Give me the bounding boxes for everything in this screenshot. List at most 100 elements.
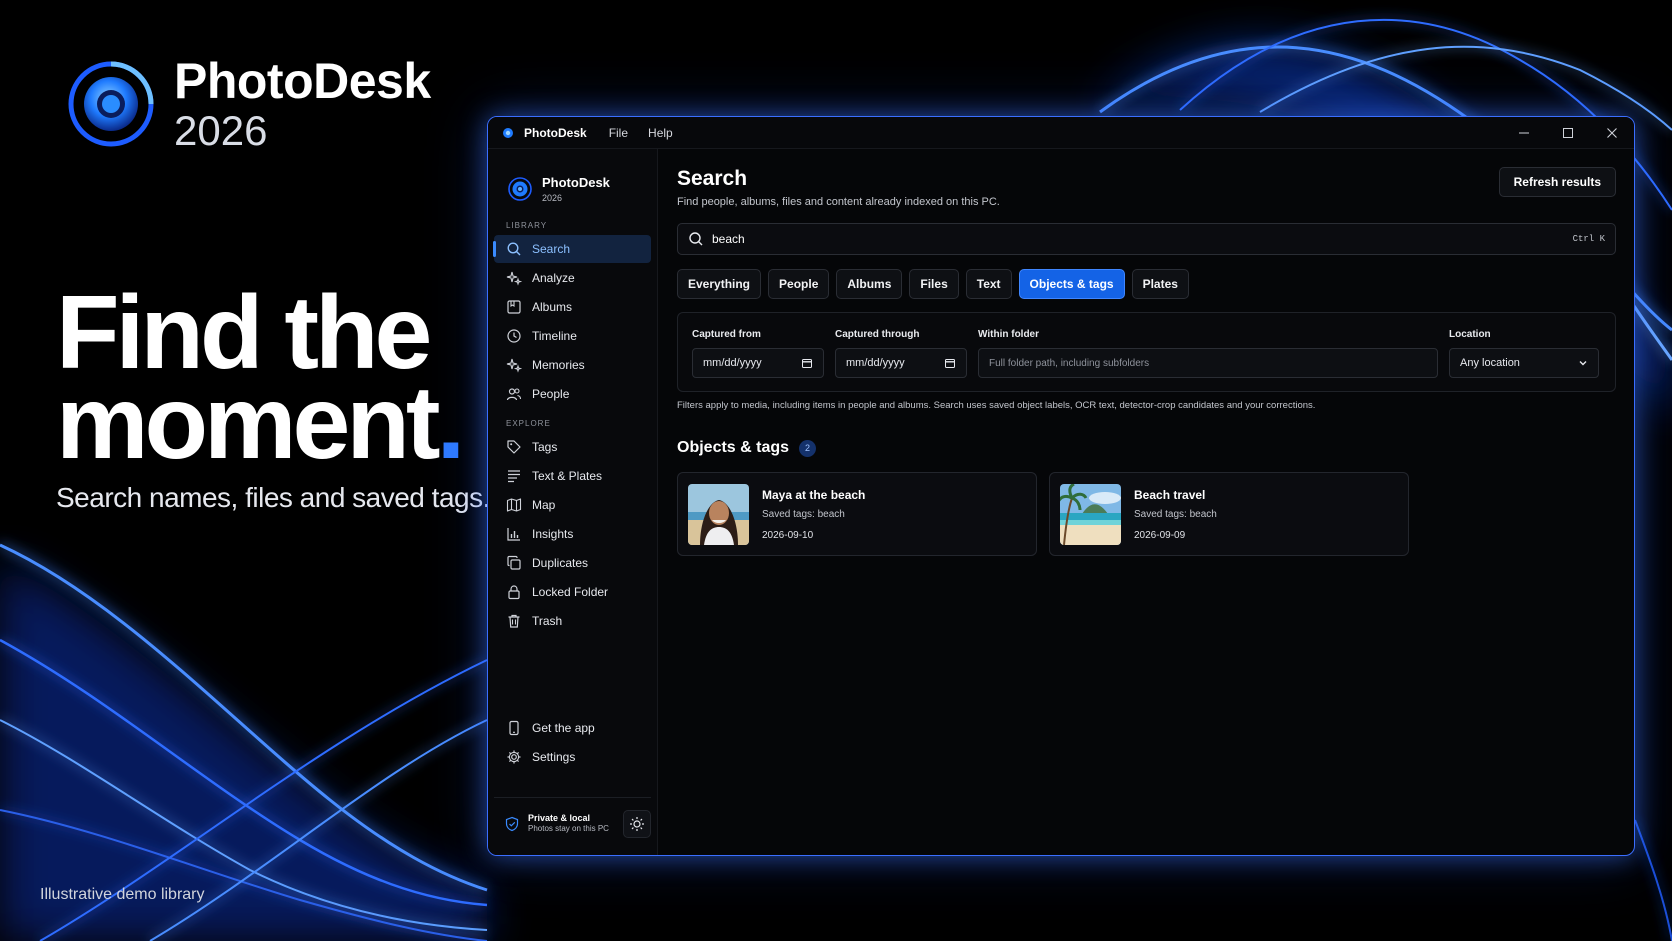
captured-from-placeholder: mm/dd/yyyy [703,357,762,369]
chevron-down-icon [1579,361,1587,366]
sidebar-item-analyze[interactable]: Analyze [494,264,651,292]
tab-everything[interactable]: Everything [677,269,762,299]
search-tabs: Everything People Albums Files Text Obje… [677,269,1616,299]
result-card[interactable]: Beach travel Saved tags: beach 2026-09-0… [1049,472,1409,556]
sun-icon [630,817,644,831]
theme-toggle-button[interactable] [623,810,651,838]
result-date: 2026-09-09 [1134,529,1186,541]
result-tags: Saved tags: beach [1134,508,1217,520]
sidebar-brand: PhotoDesk 2026 [494,149,651,211]
filter-panel: Captured from mm/dd/yyyy Captured throug… [677,312,1616,392]
portrait-photo [688,483,749,545]
results-title: Objects & tags [677,439,790,456]
captured-from-field[interactable]: mm/dd/yyyy [692,348,824,378]
results-header: Objects & tags 2 [677,439,1616,457]
search-bar: Ctrl K [677,223,1616,255]
sidebar-item-label: People [532,387,570,401]
shield-icon [505,816,519,832]
sidebar-item-label: Search [532,242,571,256]
close-icon [1607,127,1617,138]
sidebar-item-locked-folder[interactable]: Locked Folder [494,578,651,606]
sidebar-item-people[interactable]: People [494,380,651,408]
sidebar-item-label: Get the app [532,721,595,735]
sidebar-item-timeline[interactable]: Timeline [494,322,651,350]
page-title: Search [677,167,748,190]
captured-through-label: Captured through [835,329,920,340]
tab-people[interactable]: People [768,269,830,299]
people-icon [506,388,522,401]
duplicate-icon [507,555,521,570]
captured-through-placeholder: mm/dd/yyyy [846,357,905,369]
result-card[interactable]: Maya at the beach Saved tags: beach 2026… [677,472,1037,556]
photodesk-logo-icon [68,61,154,147]
location-label: Location [1449,329,1491,340]
privacy-panel: Private & local Photos stay on this PC [494,797,651,838]
location-select[interactable]: Any location [1449,348,1599,378]
sidebar-brand-name: PhotoDesk [542,175,610,190]
filter-note: Filters apply to media, including items … [677,400,1316,411]
page-subtitle: Find people, albums, files and content a… [677,196,1000,208]
hero-title: Find the moment. [56,281,490,475]
sidebar-item-label: Tags [532,440,558,454]
minimize-button[interactable] [1502,117,1546,149]
sidebar-item-label: Memories [532,358,585,372]
search-icon [689,232,703,246]
tab-files[interactable]: Files [909,269,959,299]
tag-icon [507,440,521,454]
results-count-badge: 2 [799,439,817,457]
clock-icon [507,329,521,343]
search-input[interactable] [712,232,1573,246]
privacy-title: Private & local [528,813,591,823]
sidebar-item-get-app[interactable]: Get the app [494,714,651,742]
privacy-subtitle: Photos stay on this PC [528,824,609,833]
sparkle-icon [506,271,522,286]
menu-help[interactable]: Help [648,126,673,140]
search-icon [507,242,521,256]
refresh-results-button[interactable]: Refresh results [1498,167,1616,197]
maximize-button[interactable] [1546,117,1590,149]
sidebar-item-label: Text & Plates [532,469,603,483]
sidebar-item-tags[interactable]: Tags [494,433,651,461]
result-title: Beach travel [1134,487,1206,502]
captured-through-field[interactable]: mm/dd/yyyy [835,348,967,378]
sidebar-item-duplicates[interactable]: Duplicates [494,549,651,577]
tab-objects-tags[interactable]: Objects & tags [1018,269,1125,299]
brand-name: PhotoDesk [174,53,431,109]
trash-icon [508,614,520,628]
hero-subtitle: Search names, files and saved tags. [56,482,490,513]
sidebar-item-search[interactable]: Search [493,235,651,263]
main-content: Search Find people, albums, files and co… [658,149,1634,855]
sidebar-item-label: Locked Folder [532,585,609,599]
sidebar-item-memories[interactable]: Memories [494,351,651,379]
sidebar-item-albums[interactable]: Albums [494,293,651,321]
sidebar-brand-year: 2026 [542,193,563,203]
sidebar-item-text-plates[interactable]: Text & Plates [494,462,651,490]
sidebar-item-settings[interactable]: Settings [494,743,651,771]
sparkle-icon [506,358,522,373]
sidebar-item-trash[interactable]: Trash [494,607,651,635]
title-bar: PhotoDesk File Help [488,117,1634,149]
footer-note: Illustrative demo library [40,886,205,903]
window-title: PhotoDesk [524,125,587,140]
result-thumbnail [1060,483,1121,545]
sidebar-item-map[interactable]: Map [494,491,651,519]
tab-plates[interactable]: Plates [1131,269,1189,299]
keyboard-shortcut: Ctrl K [1572,234,1605,244]
tab-text[interactable]: Text [965,269,1012,299]
phone-icon [509,720,519,736]
beach-photo [1060,483,1121,545]
tab-albums[interactable]: Albums [836,269,903,299]
photodesk-logo-icon [508,177,532,201]
folder-path-input[interactable]: Full folder path, including subfolders [978,348,1438,378]
close-button[interactable] [1590,117,1634,149]
text-icon [508,470,520,483]
section-library: LIBRARY [506,221,548,230]
sidebar-item-label: Duplicates [532,556,589,570]
sidebar-item-label: Settings [532,750,576,764]
app-window: PhotoDesk File Help PhotoDesk 2026 LIBRA… [487,116,1635,856]
menu-file[interactable]: File [609,126,628,140]
calendar-icon [802,359,812,368]
sidebar-item-insights[interactable]: Insights [494,520,651,548]
chart-icon [507,528,520,541]
brand-lockup: PhotoDesk 2026 [68,56,431,152]
